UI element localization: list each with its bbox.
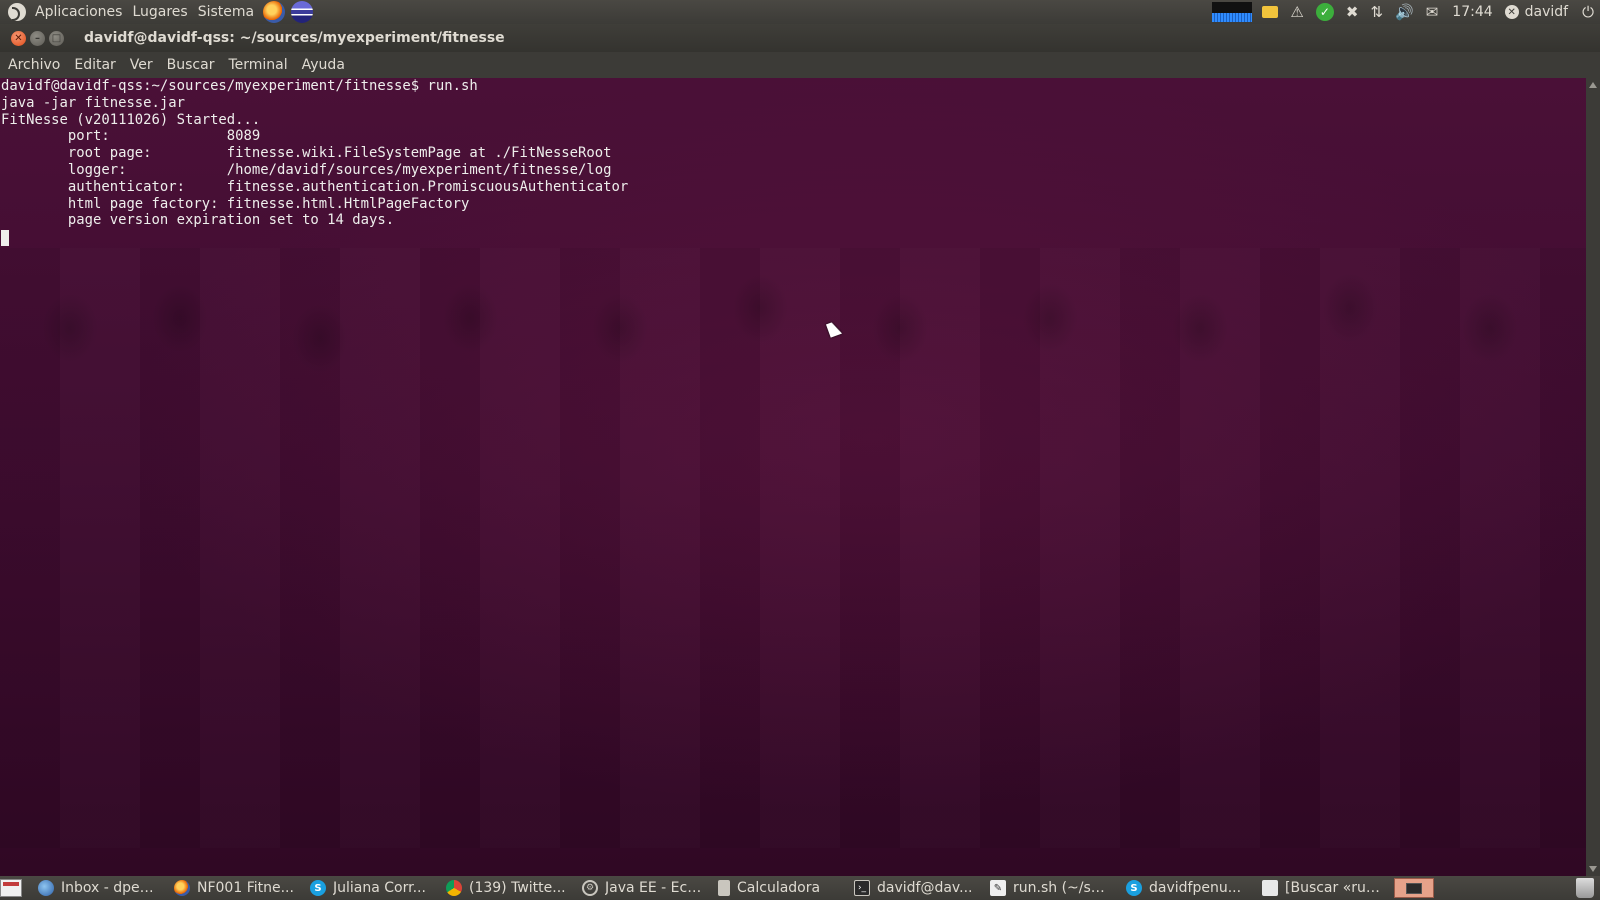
clock[interactable]: 17:44 xyxy=(1452,4,1492,20)
task-label: davidfpenu... xyxy=(1149,880,1242,896)
thunderbird-icon xyxy=(38,880,54,896)
menu-terminal[interactable]: Terminal xyxy=(221,57,294,73)
bottom-taskbar: Inbox - dpen... NF001 Fitne... S Juliana… xyxy=(0,876,1600,900)
task-search[interactable]: [Buscar «run... xyxy=(1254,877,1390,899)
task-label: [Buscar «run... xyxy=(1285,880,1382,896)
network-arrows-icon[interactable]: ⇅ xyxy=(1370,3,1383,21)
window-titlebar[interactable]: ✕ – □ davidf@davidf-qss: ~/sources/myexp… xyxy=(0,24,1600,52)
menu-ayuda[interactable]: Ayuda xyxy=(295,57,352,73)
terminal-line: davidf@davidf-qss:~/sources/myexperiment… xyxy=(1,78,478,94)
chrome-icon xyxy=(446,880,462,896)
window-title: davidf@davidf-qss: ~/sources/myexperimen… xyxy=(84,30,505,46)
terminal-area[interactable]: davidf@davidf-qss:~/sources/myexperiment… xyxy=(0,78,1586,876)
menu-sistema[interactable]: Sistema xyxy=(193,4,259,20)
close-button[interactable]: ✕ xyxy=(11,30,26,46)
skype-icon: S xyxy=(1126,880,1142,896)
user-name: davidf xyxy=(1524,4,1569,20)
minimize-button[interactable]: – xyxy=(30,30,45,46)
task-label: Inbox - dpen... xyxy=(61,880,158,896)
task-eclipse[interactable]: ⚙ Java EE - Ecli... xyxy=(574,877,710,899)
dropbox-icon[interactable]: ✖ xyxy=(1346,3,1359,21)
folder-icon[interactable] xyxy=(1262,6,1279,18)
task-text-editor[interactable]: ✎ run.sh (~/so... xyxy=(982,877,1118,899)
system-tray: ⚠ ✓ ✖ ⇅ 🔊 ✉ 17:44 ✕ davidf ⏻ xyxy=(1212,0,1600,24)
task-label: davidf@dav... xyxy=(877,880,973,896)
text-cursor xyxy=(1,230,9,247)
eclipse-icon: ⚙ xyxy=(582,880,598,896)
task-firefox[interactable]: NF001 Fitne... xyxy=(166,877,302,899)
terminal-line: java -jar fitnesse.jar xyxy=(1,94,185,111)
scroll-up-icon[interactable] xyxy=(1589,82,1597,88)
user-status-icon: ✕ xyxy=(1504,5,1519,19)
background-team-image xyxy=(0,248,1586,848)
terminal-output: davidf@davidf-qss:~/sources/myexperiment… xyxy=(1,78,629,247)
skype-icon: S xyxy=(310,880,326,896)
terminal-line: authenticator: fitnesse.authentication.P… xyxy=(1,178,629,195)
maximize-button[interactable]: □ xyxy=(49,30,64,46)
document-icon xyxy=(1262,880,1278,896)
volume-icon[interactable]: 🔊 xyxy=(1395,3,1414,21)
ubuntu-logo-icon[interactable] xyxy=(8,3,26,21)
task-skype[interactable]: S davidfpenu... xyxy=(1118,877,1254,899)
terminal-line: port: 8089 xyxy=(1,128,261,145)
firefox-launcher-icon[interactable] xyxy=(263,1,286,23)
user-menu[interactable]: ✕ davidf xyxy=(1504,4,1569,20)
task-label: NF001 Fitne... xyxy=(197,880,294,896)
terminal-icon: ›_ xyxy=(854,880,870,896)
power-icon[interactable]: ⏻ xyxy=(1582,3,1594,21)
task-label: Java EE - Ecli... xyxy=(605,880,702,896)
task-skype-chat[interactable]: S Juliana Corr... xyxy=(302,877,438,899)
show-desktop-icon[interactable] xyxy=(0,879,22,897)
mail-icon[interactable]: ✉ xyxy=(1426,3,1439,21)
menu-editar[interactable]: Editar xyxy=(67,57,122,73)
task-calculator[interactable]: Calculadora xyxy=(710,877,846,899)
task-label: Calculadora xyxy=(737,880,821,896)
calculator-icon xyxy=(718,880,730,896)
task-label: (139) Twitte... xyxy=(469,880,566,896)
task-chrome[interactable]: (139) Twitte... xyxy=(438,877,574,899)
terminal-line: html page factory: fitnesse.html.HtmlPag… xyxy=(1,195,470,212)
network-monitor-icon[interactable] xyxy=(1212,2,1253,22)
top-panel: Aplicaciones Lugares Sistema ⚠ ✓ ✖ ⇅ 🔊 ✉… xyxy=(0,0,1600,24)
text-editor-icon: ✎ xyxy=(990,880,1006,896)
terminal-menubar: Archivo Editar Ver Buscar Terminal Ayuda xyxy=(0,52,1600,78)
warning-icon[interactable]: ⚠ xyxy=(1290,3,1303,21)
menu-ver[interactable]: Ver xyxy=(123,57,160,73)
task-label: run.sh (~/so... xyxy=(1013,880,1110,896)
terminal-line: root page: fitnesse.wiki.FileSystemPage … xyxy=(1,145,612,162)
task-terminal[interactable]: ›_ davidf@dav... xyxy=(846,877,982,899)
menu-archivo[interactable]: Archivo xyxy=(1,57,67,73)
terminal-line: page version expiration set to 14 days. xyxy=(1,212,395,229)
task-thunderbird[interactable]: Inbox - dpen... xyxy=(30,877,166,899)
menu-buscar[interactable]: Buscar xyxy=(160,57,222,73)
menu-aplicaciones[interactable]: Aplicaciones xyxy=(30,4,127,20)
task-label: Juliana Corr... xyxy=(333,880,426,896)
workspace-switcher[interactable] xyxy=(1394,878,1434,898)
update-ok-icon[interactable]: ✓ xyxy=(1315,3,1334,21)
terminal-scrollbar[interactable] xyxy=(1586,78,1600,876)
scroll-down-icon[interactable] xyxy=(1589,866,1597,872)
firefox-icon xyxy=(174,880,190,896)
terminal-line: FitNesse (v20111026) Started... xyxy=(1,111,261,128)
terminal-line: logger: /home/davidf/sources/myexperimen… xyxy=(1,161,612,178)
eclipse-launcher-icon[interactable] xyxy=(291,1,314,23)
menu-lugares[interactable]: Lugares xyxy=(127,4,192,20)
workspace-thumbnail xyxy=(1406,882,1422,894)
trash-icon[interactable] xyxy=(1576,878,1594,898)
